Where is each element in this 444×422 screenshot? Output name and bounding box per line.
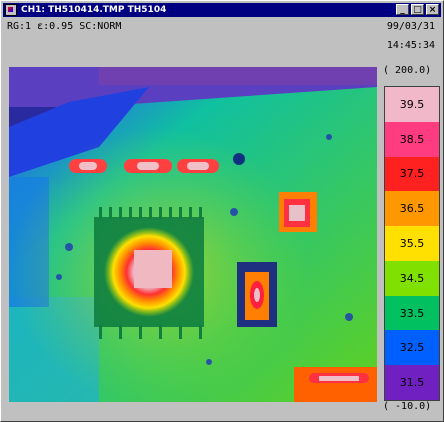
- title-bar[interactable]: CH1: TH510414.TMP TH5104 _ □ ×: [3, 3, 441, 17]
- temperature-colorbar: 39.5 38.5 37.5 36.5 35.5 34.5 33.5 32.5 31.5: [384, 86, 440, 401]
- maximize-button[interactable]: □: [411, 4, 424, 15]
- colorbar-level: 36.5: [385, 191, 439, 227]
- window-controls: _ □ ×: [396, 4, 439, 15]
- colorbar-level: 34.5: [385, 260, 439, 296]
- colorbar-level: 39.5: [385, 87, 439, 122]
- scale-range-max: ( 200.0): [383, 65, 432, 76]
- thermal-image[interactable]: [9, 67, 377, 402]
- app-window: CH1: TH510414.TMP TH5104 _ □ × RG:1 ε:0.…: [0, 0, 444, 422]
- thermal-image-graphic: [9, 67, 377, 402]
- colorbar-level: 33.5: [385, 295, 439, 331]
- scale-range-min: ( -10.0): [383, 401, 432, 412]
- window-title: CH1: TH510414.TMP TH5104: [21, 5, 167, 15]
- colorbar-level: 35.5: [385, 226, 439, 261]
- colorbar-level: 38.5: [385, 121, 439, 157]
- colorbar-level: 32.5: [385, 330, 439, 366]
- minimize-button[interactable]: _: [396, 4, 409, 15]
- colorbar-level: 31.5: [385, 365, 439, 401]
- colorbar-level: 37.5: [385, 156, 439, 192]
- measurement-settings: RG:1 ε:0.95 SC:NORM: [7, 21, 122, 32]
- app-icon[interactable]: [5, 4, 17, 16]
- close-button[interactable]: ×: [426, 4, 439, 15]
- capture-time: 14:45:34: [386, 40, 435, 51]
- capture-date: 99/03/31: [386, 21, 435, 32]
- resistor-hotspots: [69, 159, 219, 173]
